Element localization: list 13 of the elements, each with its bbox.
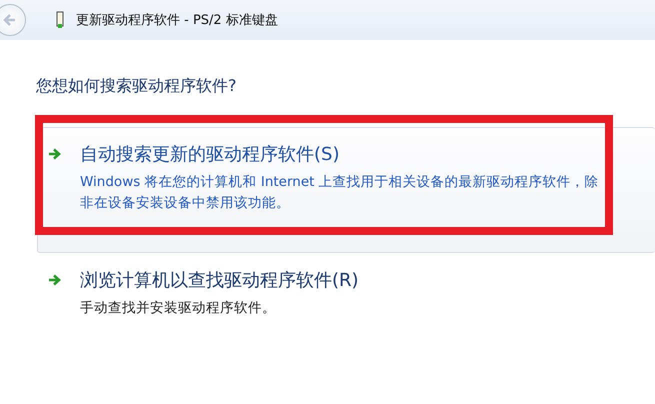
heading: 您想如何搜索驱动程序软件? — [36, 76, 238, 97]
option-title[interactable]: 浏览计算机以查找驱动程序软件(R) — [80, 268, 600, 292]
option-title[interactable]: 自动搜索更新的驱动程序软件(S) — [80, 142, 600, 166]
option-link[interactable]: 自动搜索更新的驱动程序软件(S) Windows 将在您的计算机和 Internet 上查找用于相关设备的最新驱动程序软件，除非在设备安装设备中禁用该功能。 — [37, 127, 655, 253]
option-description: Windows 将在您的计算机和 Internet 上查找用于相关设备的最新驱动程序软件，除非在设备安装设备中禁用该功能。 — [80, 173, 600, 213]
option-description: 手动查找并安装驱动程序软件。 — [80, 299, 277, 318]
back-button[interactable] — [0, 4, 26, 36]
arrow-icon — [48, 274, 62, 286]
window-title: 更新驱动程序软件 - PS/2 标准键盘 — [76, 12, 278, 29]
arrow-icon — [48, 148, 62, 160]
keyboard-device-icon — [56, 11, 64, 29]
option-link[interactable]: 浏览计算机以查找驱动程序软件(R) 手动查找并安装驱动程序软件。 — [37, 253, 655, 340]
back-arrow-icon — [2, 12, 18, 28]
